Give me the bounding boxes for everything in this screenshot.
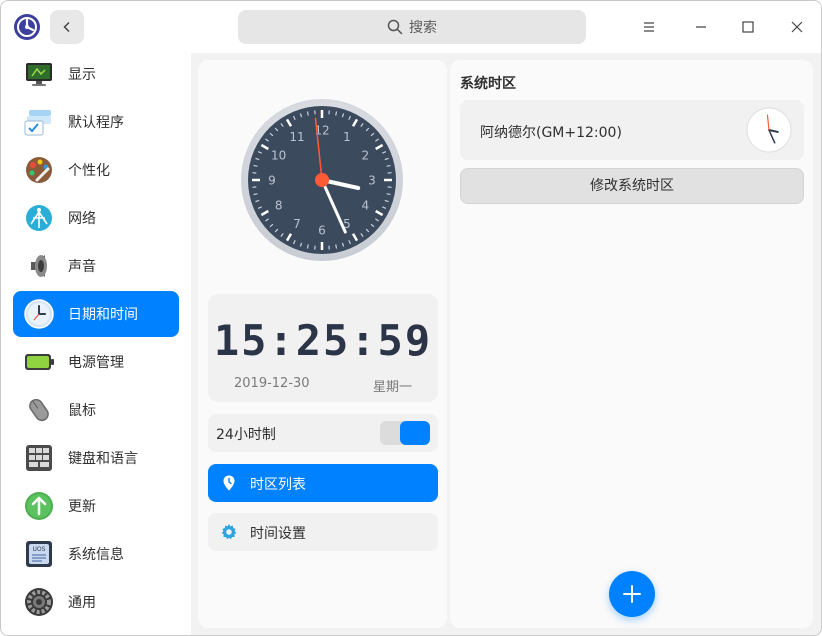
sidebar-item-mouse[interactable]: 鼠标 [13, 387, 179, 433]
clock-tick [386, 193, 391, 196]
clock-icon [24, 299, 54, 329]
current-weekday: 星期一 [372, 380, 412, 395]
sidebar-item-sound[interactable]: 声音 [13, 243, 179, 289]
clock-tick [253, 164, 258, 167]
hour24-row: 24小时制 [208, 414, 438, 452]
maximize-button[interactable] [731, 10, 765, 44]
speaker-icon [31, 255, 47, 277]
sidebar-item-system-info[interactable]: UOS 系统信息 [13, 531, 179, 577]
maximize-icon [742, 21, 754, 33]
close-icon [791, 21, 803, 33]
sidebar-item-label: 默认程序 [68, 115, 124, 131]
sidebar-item-default-apps[interactable]: 默认程序 [13, 99, 179, 145]
current-date: 2019-12-30 [234, 376, 310, 391]
back-button[interactable] [50, 10, 84, 44]
search-input[interactable]: 搜索 [238, 10, 586, 44]
title-bar: 搜索 [1, 1, 821, 53]
analog-clock: 12 1234567891011 [241, 99, 403, 261]
sidebar-item-label: 网络 [68, 211, 96, 227]
system-timezone-card: 阿纳德尔(GM+12:00) [460, 100, 804, 160]
clock-number: 7 [293, 217, 301, 231]
gear-icon [221, 524, 237, 540]
clock-number: 3 [368, 174, 376, 188]
clock-center [315, 173, 329, 187]
svg-text:UOS: UOS [33, 546, 46, 553]
add-timezone-button[interactable] [609, 571, 655, 617]
search-placeholder: 搜索 [409, 20, 437, 36]
minimize-button[interactable] [684, 10, 718, 44]
settings-window: 搜索 显示 默认程序 个性化 网络 声音 日期和时间 电源管理 鼠标 键盘和语言… [0, 0, 822, 636]
menu-button[interactable] [632, 10, 666, 44]
menu-label: 时区列表 [250, 477, 306, 493]
plus-icon [623, 585, 641, 603]
sidebar-item-label: 声音 [68, 259, 96, 275]
minimize-icon [696, 26, 706, 28]
sidebar-item-update[interactable]: 更新 [13, 483, 179, 529]
sidebar-item-label: 更新 [68, 499, 96, 515]
search-icon [387, 19, 403, 35]
clock-tick [335, 111, 338, 116]
general-gear-icon [25, 588, 53, 616]
clock-number: 11 [289, 130, 304, 144]
change-timezone-button[interactable]: 修改系统时区 [460, 168, 804, 204]
clock-number: 2 [361, 149, 369, 163]
location-pin-icon [223, 475, 235, 491]
clock-number: 10 [271, 149, 286, 163]
sidebar-item-datetime[interactable]: 日期和时间 [13, 291, 179, 337]
clock-number: 1 [343, 130, 351, 144]
network-icon [26, 205, 52, 231]
sidebar-item-display[interactable]: 显示 [13, 51, 179, 97]
clock-tick [335, 244, 338, 249]
sidebar-item-label: 个性化 [68, 163, 110, 179]
update-icon [25, 492, 53, 520]
hour24-switch[interactable] [380, 421, 430, 445]
sidebar-item-label: 通用 [68, 595, 96, 611]
switch-knob [400, 421, 430, 445]
sidebar: 显示 默认程序 个性化 网络 声音 日期和时间 电源管理 鼠标 键盘和语言 更新… [1, 51, 191, 635]
clock-tick [306, 244, 309, 249]
sidebar-item-network[interactable]: 网络 [13, 195, 179, 241]
sidebar-item-label: 鼠标 [68, 403, 96, 419]
timezone-name: 阿纳德尔(GM+12:00) [480, 125, 622, 141]
clock-panel: 12 1 2 3 4 5 6 7 8 9 10 11 15:25:59 2019-12-30 星期一 … [198, 60, 447, 628]
battery-icon [25, 354, 54, 370]
digital-clock-card: 15:25:59 2019-12-30 星期一 [208, 294, 438, 402]
clock-tick [253, 193, 258, 196]
clock-number: 4 [361, 199, 369, 213]
keyboard-icon [26, 445, 52, 471]
app-logo-icon [14, 14, 40, 40]
sidebar-item-general[interactable]: 通用 [13, 579, 179, 625]
section-title: 系统时区 [460, 76, 516, 92]
sidebar-item-label: 日期和时间 [68, 307, 138, 323]
mouse-icon [29, 398, 49, 422]
default-apps-icon [24, 110, 51, 136]
time-settings-button[interactable]: 时间设置 [208, 513, 438, 551]
clock-number: 9 [268, 174, 276, 188]
clock-number: 6 [318, 224, 326, 238]
digital-time: 15:25:59 [213, 316, 433, 365]
monitor-icon [26, 63, 52, 86]
clock-tick [386, 164, 391, 167]
sidebar-item-label: 显示 [68, 67, 96, 83]
clock-number: 8 [275, 199, 283, 213]
palette-icon [26, 157, 52, 183]
hour24-label: 24小时制 [216, 427, 276, 443]
sidebar-item-label: 电源管理 [68, 355, 124, 371]
timezone-list-button[interactable]: 时区列表 [208, 464, 438, 502]
sidebar-item-label: 系统信息 [68, 547, 124, 563]
mini-clock-icon [746, 107, 792, 153]
menu-label: 时间设置 [250, 526, 306, 542]
sidebar-item-label: 键盘和语言 [68, 451, 138, 467]
close-button[interactable] [780, 10, 814, 44]
sidebar-item-keyboard[interactable]: 键盘和语言 [13, 435, 179, 481]
menu-icon [644, 22, 654, 32]
system-info-icon: UOS [26, 541, 52, 567]
sidebar-item-personalization[interactable]: 个性化 [13, 147, 179, 193]
chevron-left-icon [63, 21, 70, 33]
timezone-panel: 系统时区 阿纳德尔(GM+12:00) 修改系统时区 [450, 60, 813, 628]
sidebar-item-power[interactable]: 电源管理 [13, 339, 179, 385]
clock-tick [306, 111, 309, 116]
